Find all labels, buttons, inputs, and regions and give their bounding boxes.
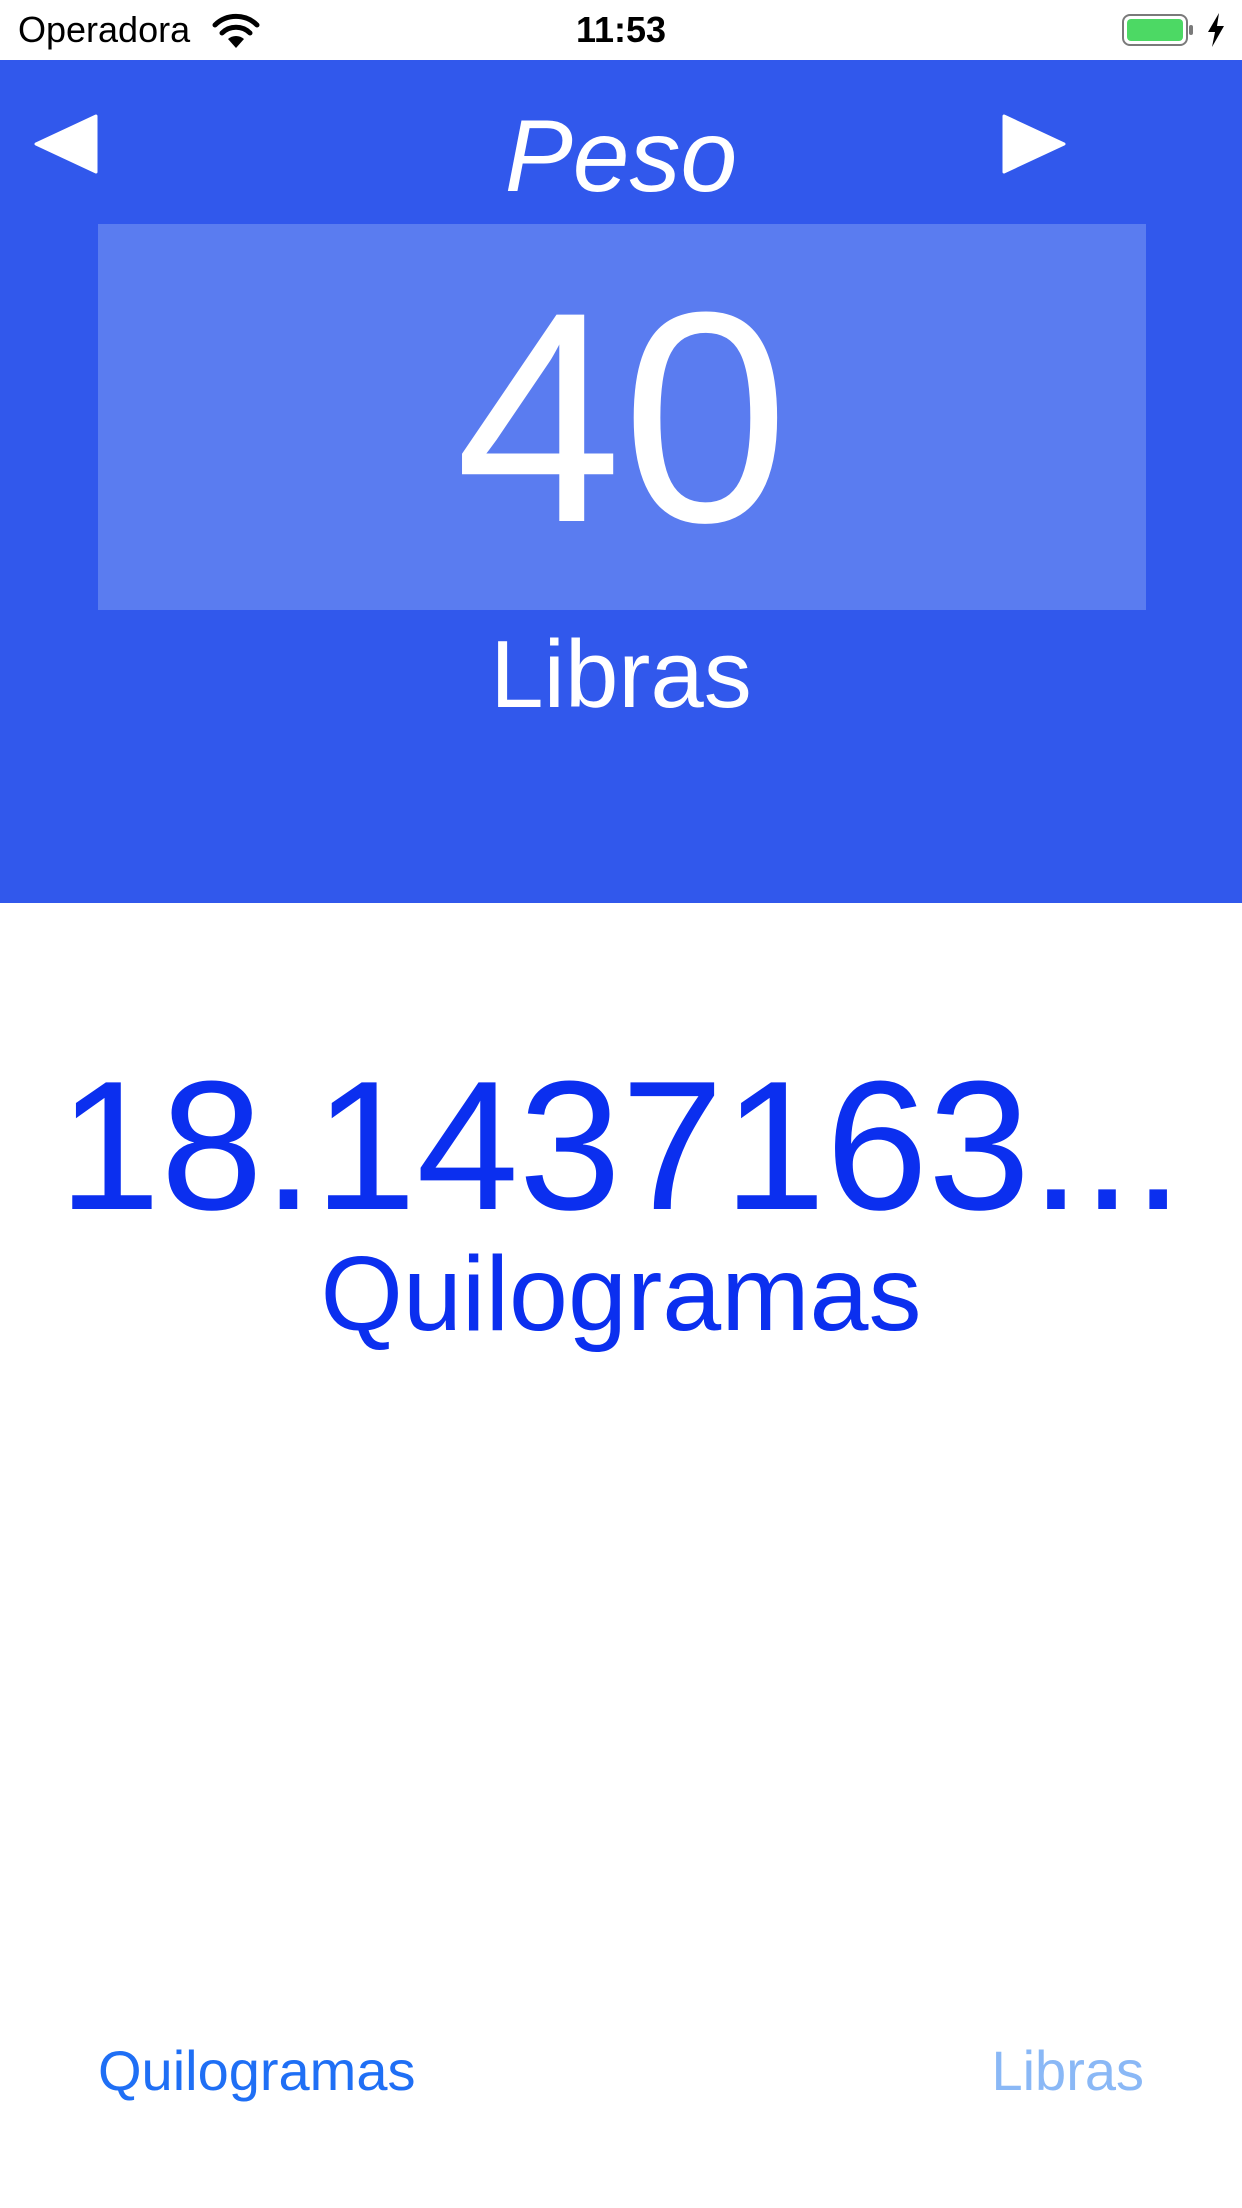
battery-icon bbox=[1122, 14, 1193, 46]
status-bar: Operadora 11:53 bbox=[0, 0, 1242, 60]
next-category-icon[interactable] bbox=[998, 108, 1070, 180]
unit-option-libras[interactable]: Libras bbox=[991, 2036, 1144, 2106]
input-value-field[interactable]: 40 bbox=[98, 224, 1146, 610]
input-unit-label: Libras bbox=[490, 621, 752, 728]
result-unit-label: Quilogramas bbox=[320, 1235, 922, 1353]
charging-bolt-icon bbox=[1208, 13, 1224, 47]
conversion-header: Peso 40 Libras bbox=[0, 60, 1242, 903]
status-time: 11:53 bbox=[575, 9, 667, 50]
result-value: 18.1437163... bbox=[58, 1042, 1184, 1248]
unit-option-quilogramas[interactable]: Quilogramas bbox=[98, 2036, 415, 2106]
input-value: 40 bbox=[455, 249, 789, 585]
